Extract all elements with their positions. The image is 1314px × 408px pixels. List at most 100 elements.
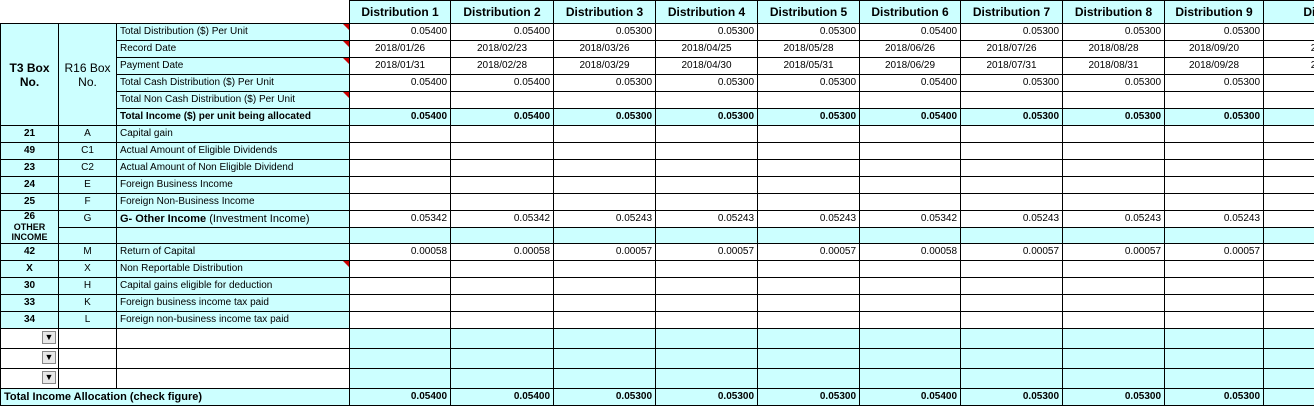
value-cell[interactable] — [1263, 176, 1314, 194]
value-cell[interactable] — [859, 176, 962, 194]
value-cell[interactable]: 0.05342 — [450, 210, 555, 228]
value-cell[interactable] — [1062, 294, 1166, 312]
value-cell[interactable] — [757, 294, 861, 312]
distribution-header[interactable]: Distribution 1 — [349, 0, 452, 24]
value-cell[interactable] — [757, 260, 861, 278]
blank-cell[interactable] — [859, 227, 962, 244]
value-cell[interactable] — [859, 368, 962, 389]
value-cell[interactable]: 0.05400 — [349, 108, 452, 126]
value-cell[interactable] — [859, 294, 962, 312]
value-cell[interactable] — [553, 260, 657, 278]
value-cell[interactable] — [1263, 277, 1314, 295]
value-cell[interactable]: 2018/05/28 — [757, 40, 861, 58]
value-cell[interactable] — [1164, 159, 1265, 177]
value-cell[interactable] — [859, 311, 962, 329]
value-cell[interactable] — [553, 328, 657, 349]
value-cell[interactable]: 2018/03/29 — [553, 57, 657, 75]
value-cell[interactable] — [655, 328, 759, 349]
r16-entry-cell[interactable] — [58, 348, 117, 369]
value-cell[interactable] — [1062, 193, 1166, 211]
value-cell[interactable] — [1164, 311, 1265, 329]
distribution-header[interactable]: Distribution 5 — [757, 0, 861, 24]
value-cell[interactable] — [1062, 91, 1166, 109]
value-cell[interactable]: 0.05300 — [1062, 74, 1166, 92]
value-cell[interactable] — [349, 193, 452, 211]
value-cell[interactable] — [960, 328, 1064, 349]
value-cell[interactable]: 0.05300 — [553, 74, 657, 92]
value-cell[interactable]: 0.05400 — [450, 108, 555, 126]
blank-cell[interactable] — [655, 227, 759, 244]
value-cell[interactable] — [655, 260, 759, 278]
blank-cell[interactable] — [450, 227, 555, 244]
value-cell[interactable]: 0.05300 — [655, 108, 759, 126]
value-cell[interactable] — [349, 328, 452, 349]
value-cell[interactable] — [859, 142, 962, 160]
value-cell[interactable] — [655, 176, 759, 194]
blank-cell[interactable] — [553, 227, 657, 244]
value-cell[interactable] — [1263, 311, 1314, 329]
value-cell[interactable] — [1062, 368, 1166, 389]
value-cell[interactable]: 2018/1 — [1263, 40, 1314, 58]
value-cell[interactable]: 0.00057 — [655, 243, 759, 261]
value-cell[interactable] — [960, 159, 1064, 177]
value-cell[interactable] — [553, 311, 657, 329]
value-cell[interactable] — [757, 159, 861, 177]
value-cell[interactable] — [1263, 74, 1314, 92]
value-cell[interactable] — [553, 277, 657, 295]
value-cell[interactable] — [757, 328, 861, 349]
value-cell[interactable] — [655, 159, 759, 177]
value-cell[interactable] — [960, 142, 1064, 160]
value-cell[interactable] — [757, 142, 861, 160]
value-cell[interactable] — [553, 125, 657, 143]
value-cell[interactable] — [960, 348, 1064, 369]
value-cell[interactable]: 2018/09/28 — [1164, 57, 1265, 75]
value-cell[interactable]: 0.05300 — [960, 108, 1064, 126]
value-cell[interactable] — [553, 176, 657, 194]
distribution-header[interactable]: Distribution 2 — [450, 0, 555, 24]
chevron-down-icon[interactable]: ▼ — [42, 351, 56, 364]
value-cell[interactable] — [553, 91, 657, 109]
value-cell[interactable] — [1263, 91, 1314, 109]
value-cell[interactable]: 0.05400 — [859, 108, 962, 126]
value-cell[interactable] — [1263, 108, 1314, 126]
value-cell[interactable]: 0.05300 — [655, 74, 759, 92]
value-cell[interactable] — [1263, 159, 1314, 177]
value-cell[interactable] — [960, 260, 1064, 278]
value-cell[interactable]: 0.05243 — [1164, 210, 1265, 228]
value-cell[interactable] — [1164, 260, 1265, 278]
value-cell[interactable] — [1062, 142, 1166, 160]
value-cell[interactable]: 0.05300 — [1164, 23, 1265, 41]
value-cell[interactable]: 0.00057 — [1062, 243, 1166, 261]
box-select[interactable]: ▼ — [0, 368, 59, 389]
value-cell[interactable] — [960, 91, 1064, 109]
value-cell[interactable]: 0.05300 — [1164, 74, 1265, 92]
value-cell[interactable]: 0.05243 — [960, 210, 1064, 228]
value-cell[interactable] — [757, 176, 861, 194]
value-cell[interactable]: 0.05300 — [757, 74, 861, 92]
value-cell[interactable] — [450, 176, 555, 194]
chevron-down-icon[interactable]: ▼ — [42, 371, 56, 384]
value-cell[interactable] — [757, 193, 861, 211]
value-cell[interactable]: 0.05300 — [553, 108, 657, 126]
value-cell[interactable] — [859, 91, 962, 109]
value-cell[interactable] — [859, 193, 962, 211]
value-cell[interactable]: 2018/01/26 — [349, 40, 452, 58]
value-cell[interactable]: 2018/04/30 — [655, 57, 759, 75]
value-cell[interactable] — [960, 294, 1064, 312]
distribution-header[interactable]: Distribution 7 — [960, 0, 1064, 24]
value-cell[interactable] — [1164, 176, 1265, 194]
blank-cell[interactable] — [1263, 227, 1314, 244]
distribution-header[interactable]: Distribution 3 — [553, 0, 657, 24]
value-cell[interactable] — [1263, 125, 1314, 143]
value-cell[interactable]: 0.05400 — [349, 23, 452, 41]
value-cell[interactable] — [757, 91, 861, 109]
value-cell[interactable]: 0.00058 — [859, 243, 962, 261]
value-cell[interactable] — [960, 176, 1064, 194]
value-cell[interactable] — [553, 348, 657, 369]
value-cell[interactable] — [1263, 23, 1314, 41]
value-cell[interactable]: 0.05342 — [859, 210, 962, 228]
value-cell[interactable]: 2018/07/26 — [960, 40, 1064, 58]
value-cell[interactable] — [960, 277, 1064, 295]
value-cell[interactable] — [1062, 348, 1166, 369]
value-cell[interactable] — [1164, 328, 1265, 349]
